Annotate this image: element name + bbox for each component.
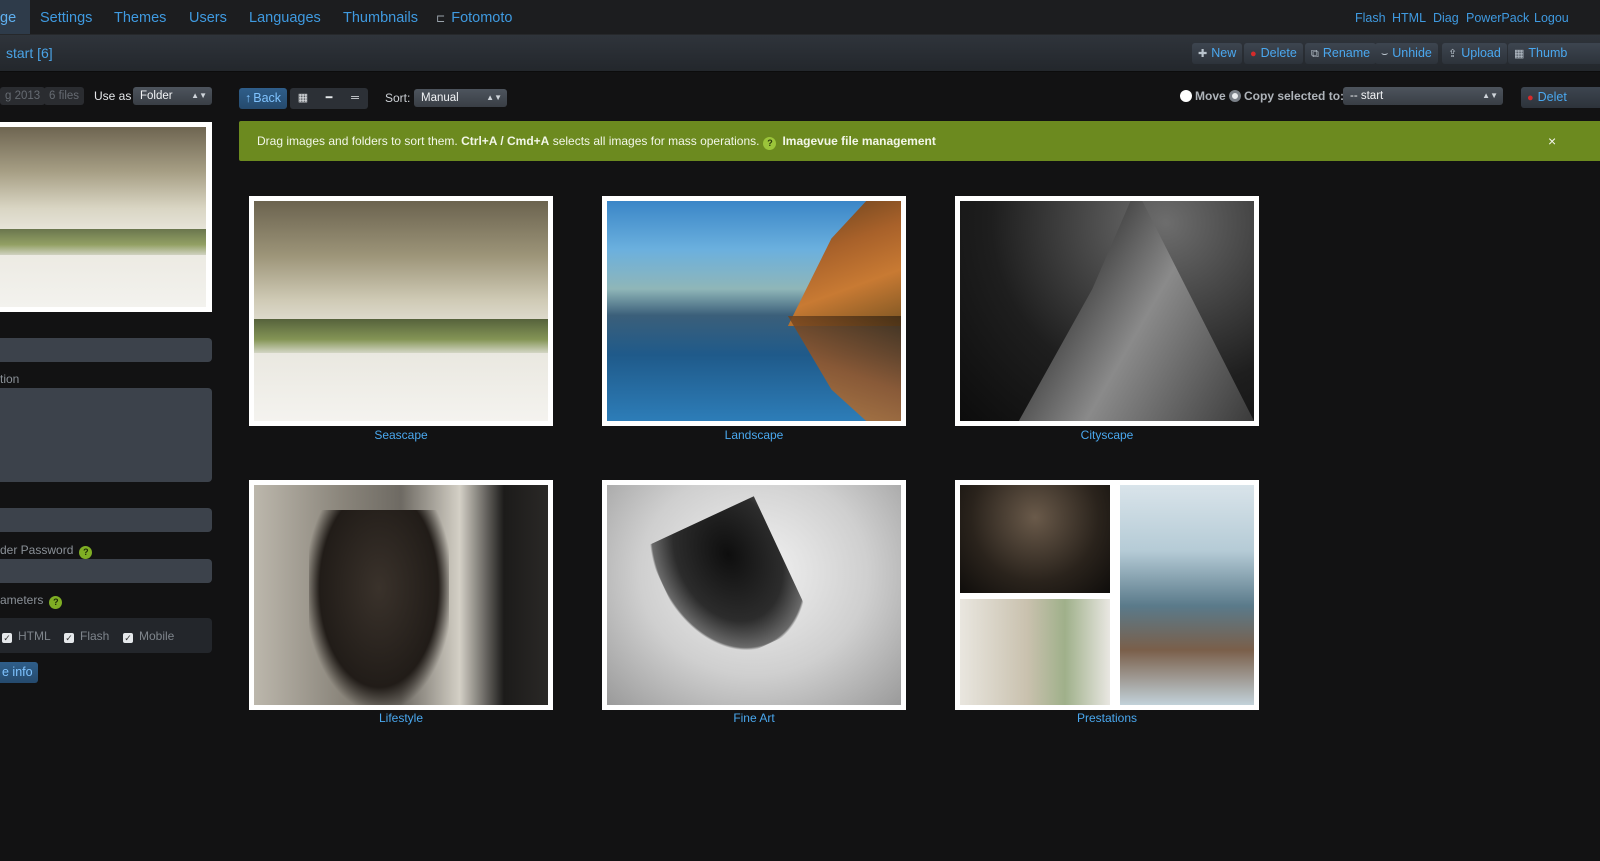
upload-button[interactable]: ⇪ Upload [1442,43,1507,64]
description-field[interactable] [0,388,212,482]
copy-label: Copy selected to: [1244,89,1345,103]
folder-label[interactable]: Seascape [249,428,553,442]
check-icon: ✓ [64,633,74,643]
copy-radio[interactable] [1229,90,1241,102]
compact-view-icon[interactable]: ═ [342,88,368,109]
password-label: der Password? [0,543,93,559]
sort-label: Sort: [385,91,411,105]
grid-view-icon[interactable]: ▦ [290,88,316,109]
rename-icon: ⧉ [1311,48,1319,60]
notice-link[interactable]: Imagevue file management [782,134,935,148]
title-field[interactable] [0,338,212,362]
flash-checkbox[interactable]: ✓ Flash [64,629,109,643]
list-view-icon[interactable]: ━ [316,88,342,109]
mobile-checkbox[interactable]: ✓ Mobile [123,629,174,643]
thumbnails-button[interactable]: ▦ Thumb [1508,43,1600,64]
powerpack-link[interactable]: PowerPack [1466,0,1529,34]
date-badge: g 2013 [0,87,46,105]
folder-thumb-seascape[interactable] [249,196,553,426]
folder-label[interactable]: Prestations [955,711,1259,725]
folder-preview[interactable] [0,122,212,312]
tab-settings[interactable]: Settings [40,0,92,34]
folder-thumb-lifestyle[interactable] [249,480,553,710]
diag-link[interactable]: Diag [1433,0,1459,34]
move-radio[interactable] [1180,90,1192,102]
flash-link[interactable]: Flash [1355,0,1386,34]
thumbnail-image [254,201,548,421]
plus-icon: ✚ [1198,48,1208,60]
tab-users[interactable]: Users [189,0,227,34]
check-icon: ✓ [2,633,12,643]
folder-thumb-fine-art[interactable] [602,480,906,710]
rename-button[interactable]: ⧉ Rename [1305,43,1377,64]
breadcrumb[interactable]: start [6] [6,35,53,71]
html-checkbox[interactable]: ✓ HTML [2,629,51,643]
tab-thumbnails[interactable]: Thumbnails [343,0,418,34]
help-icon[interactable]: ? [79,546,93,559]
delete-icon: ● [1527,92,1534,104]
target-folder-select[interactable]: -- start ▲▼ [1343,87,1503,105]
tab-languages[interactable]: Languages [249,0,321,34]
folder-label[interactable]: Fine Art [602,711,906,725]
thumbnail-image [254,485,548,705]
grid-icon: ▦ [1514,48,1525,60]
upload-icon: ⇪ [1448,48,1458,60]
up-arrow-icon: ↑ [245,91,252,105]
move-label: Move [1195,89,1226,103]
preview-image [0,127,206,307]
notice-text: Drag images and folders to sort them. Ct… [257,134,936,150]
new-button[interactable]: ✚ New [1192,43,1243,64]
delete-button[interactable]: ● Delete [1244,43,1303,64]
use-as-label: Use as [94,89,132,103]
sort-select[interactable]: Manual ▲▼ [414,89,507,107]
top-nav: ge Settings Themes Users Languages Thumb… [0,0,1600,35]
visibility-options: ✓ HTML ✓ Flash ✓ Mobile [0,618,212,653]
tab-themes[interactable]: Themes [114,0,166,34]
password-field[interactable] [0,559,212,583]
back-button[interactable]: ↑ Back [239,88,288,109]
info-notice: Drag images and folders to sort them. Ct… [239,121,1600,161]
help-icon[interactable]: ? [49,596,63,609]
logout-link[interactable]: Logou [1534,0,1569,34]
check-icon: ✓ [123,633,133,643]
tab-manage[interactable]: ge [0,0,31,34]
parameters-label: ameters? [0,593,63,609]
description-label: tion [0,372,20,386]
text-field[interactable] [0,508,212,532]
more-info-button[interactable]: e info [0,662,38,683]
select-arrows-icon: ▲▼ [191,91,207,100]
folder-thumb-cityscape[interactable] [955,196,1259,426]
delete-icon: ● [1250,48,1257,60]
delete-selected-button[interactable]: ● Delet [1521,87,1600,108]
use-as-select[interactable]: Folder ▲▼ [133,87,212,105]
folder-label[interactable]: Lifestyle [249,711,553,725]
folder-label[interactable]: Cityscape [955,428,1259,442]
html-link[interactable]: HTML [1392,0,1426,34]
fotomoto-icon: ⊏ [436,13,446,25]
folder-label[interactable]: Landscape [602,428,906,442]
unhide-button[interactable]: ⌣ Unhide [1375,43,1438,64]
select-arrows-icon: ▲▼ [1482,91,1498,100]
thumbnail-image [607,201,901,421]
help-icon[interactable]: ? [763,137,777,150]
close-icon[interactable]: × [1548,121,1556,161]
unhide-icon: ⌣ [1381,48,1389,60]
thumbnail-image [960,201,1254,421]
thumbnail-image [960,485,1254,705]
tab-fotomoto[interactable]: ⊏ Fotomoto [436,0,512,34]
thumbnail-image [607,485,901,705]
folder-thumb-landscape[interactable] [602,196,906,426]
toolbar: start [6] ✚ New ● Delete ⧉ Rename ⌣ Unhide ⇪… [0,35,1600,72]
files-count-badge: 6 files [44,87,85,105]
select-arrows-icon: ▲▼ [486,93,502,102]
folder-thumb-prestations[interactable] [955,480,1259,710]
